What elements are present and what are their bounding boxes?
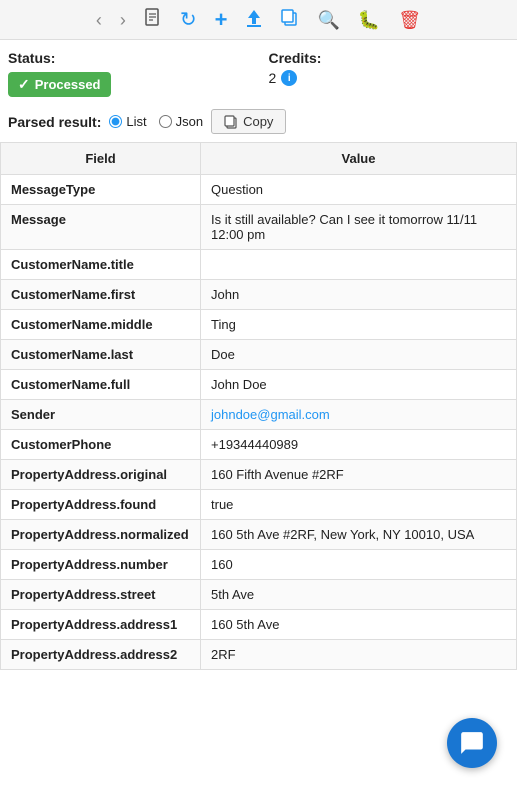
- field-cell: Message: [1, 205, 201, 250]
- delete-button[interactable]: 🗑: [394, 9, 425, 31]
- copy-button-label: Copy: [243, 114, 273, 129]
- email-link[interactable]: johndoe@gmail.com: [211, 407, 330, 422]
- field-cell: PropertyAddress.address2: [1, 640, 201, 670]
- col-field-header: Field: [1, 143, 201, 175]
- table-row: PropertyAddress.address22RF: [1, 640, 517, 670]
- table-row: Sender johndoe@gmail.com: [1, 400, 517, 430]
- field-cell: PropertyAddress.found: [1, 490, 201, 520]
- value-cell: johndoe@gmail.com: [201, 400, 517, 430]
- radio-list-label: List: [126, 114, 146, 129]
- table-row: CustomerName.fullJohn Doe: [1, 370, 517, 400]
- value-cell: +19344440989: [201, 430, 517, 460]
- value-cell: John: [201, 280, 517, 310]
- chat-icon: [459, 730, 485, 756]
- value-cell: John Doe: [201, 370, 517, 400]
- value-cell: Ting: [201, 310, 517, 340]
- status-label: Status:: [8, 50, 249, 66]
- status-row: Status: ✓ Processed Credits: 2 i: [0, 40, 517, 103]
- field-cell: PropertyAddress.number: [1, 550, 201, 580]
- field-cell: CustomerPhone: [1, 430, 201, 460]
- field-cell: CustomerName.middle: [1, 310, 201, 340]
- radio-group: List Json: [109, 114, 203, 129]
- field-cell: CustomerName.last: [1, 340, 201, 370]
- table-row: PropertyAddress.address1160 5th Ave: [1, 610, 517, 640]
- table-row: PropertyAddress.number160: [1, 550, 517, 580]
- value-cell: 160 5th Ave #2RF, New York, NY 10010, US…: [201, 520, 517, 550]
- status-badge-text: Processed: [35, 77, 101, 92]
- forward-button[interactable]: ›: [116, 9, 130, 31]
- credits-section: Credits: 2 i: [249, 50, 510, 86]
- col-value-header: Value: [201, 143, 517, 175]
- table-row: PropertyAddress.foundtrue: [1, 490, 517, 520]
- copy-button[interactable]: Copy: [211, 109, 286, 134]
- data-table: Field Value MessageTypeQuestionMessageIs…: [0, 142, 517, 670]
- upload-button[interactable]: [241, 6, 267, 33]
- copy-icon: [224, 115, 238, 129]
- field-cell: MessageType: [1, 175, 201, 205]
- value-cell: Doe: [201, 340, 517, 370]
- toolbar: ‹ › ↻ + 🔍 🐛 🗑: [0, 0, 517, 40]
- parsed-result-label: Parsed result:: [8, 114, 101, 130]
- parsed-result-row: Parsed result: List Json Copy: [0, 103, 517, 142]
- field-cell: CustomerName.first: [1, 280, 201, 310]
- back-button[interactable]: ‹: [92, 9, 106, 31]
- check-icon: ✓: [18, 76, 30, 93]
- credits-value: 2 i: [269, 70, 510, 86]
- value-cell: Is it still available? Can I see it tomo…: [201, 205, 517, 250]
- table-row: CustomerName.title: [1, 250, 517, 280]
- value-cell: Question: [201, 175, 517, 205]
- credits-label: Credits:: [269, 50, 510, 66]
- chat-bubble[interactable]: [447, 718, 497, 768]
- table-row: MessageIs it still available? Can I see …: [1, 205, 517, 250]
- field-cell: CustomerName.full: [1, 370, 201, 400]
- value-cell: 160 Fifth Avenue #2RF: [201, 460, 517, 490]
- table-row: PropertyAddress.original160 Fifth Avenue…: [1, 460, 517, 490]
- table-scroll-container[interactable]: Field Value MessageTypeQuestionMessageIs…: [0, 142, 517, 670]
- field-cell: PropertyAddress.original: [1, 460, 201, 490]
- radio-json-label: Json: [176, 114, 203, 129]
- radio-list-option[interactable]: List: [109, 114, 146, 129]
- value-cell: [201, 250, 517, 280]
- field-cell: Sender: [1, 400, 201, 430]
- value-cell: 160 5th Ave: [201, 610, 517, 640]
- field-cell: CustomerName.title: [1, 250, 201, 280]
- radio-list-input[interactable]: [109, 115, 122, 128]
- field-cell: PropertyAddress.street: [1, 580, 201, 610]
- field-cell: PropertyAddress.normalized: [1, 520, 201, 550]
- table-row: PropertyAddress.street5th Ave: [1, 580, 517, 610]
- radio-json-input[interactable]: [159, 115, 172, 128]
- value-cell: 160: [201, 550, 517, 580]
- table-row: MessageTypeQuestion: [1, 175, 517, 205]
- bug-button[interactable]: 🐛: [354, 9, 384, 31]
- table-row: CustomerName.firstJohn: [1, 280, 517, 310]
- status-left: Status: ✓ Processed: [8, 50, 249, 97]
- credits-number: 2: [269, 70, 277, 86]
- status-badge: ✓ Processed: [8, 72, 111, 97]
- radio-json-option[interactable]: Json: [159, 114, 203, 129]
- search-button[interactable]: 🔍: [313, 9, 343, 31]
- add-button[interactable]: +: [211, 7, 232, 33]
- field-cell: PropertyAddress.address1: [1, 610, 201, 640]
- value-cell: true: [201, 490, 517, 520]
- table-row: CustomerName.lastDoe: [1, 340, 517, 370]
- table-row: PropertyAddress.normalized160 5th Ave #2…: [1, 520, 517, 550]
- document-button[interactable]: [140, 6, 166, 33]
- refresh-button[interactable]: ↻: [176, 8, 201, 32]
- value-cell: 2RF: [201, 640, 517, 670]
- table-row: CustomerName.middleTing: [1, 310, 517, 340]
- value-cell: 5th Ave: [201, 580, 517, 610]
- table-row: CustomerPhone+19344440989: [1, 430, 517, 460]
- copy-toolbar-button[interactable]: [277, 7, 303, 33]
- info-icon[interactable]: i: [281, 70, 297, 86]
